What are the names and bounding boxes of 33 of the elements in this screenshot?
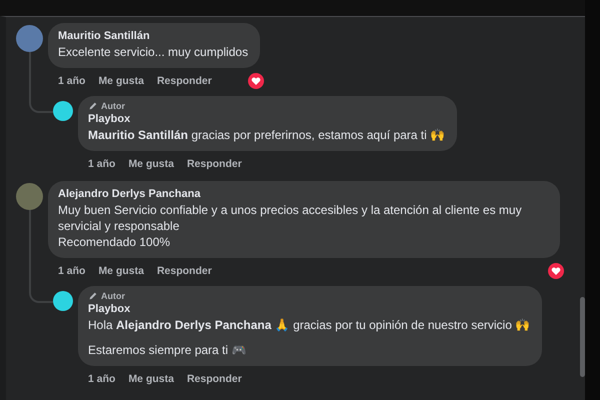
reply-author[interactable]: Playbox xyxy=(88,303,530,315)
comment-text: Recomendado 100% xyxy=(58,234,172,250)
reply-author[interactable]: Playbox xyxy=(88,113,446,125)
author-label: Autor xyxy=(101,291,125,301)
author-label: Autor xyxy=(101,101,125,111)
comment-time[interactable]: 1 año xyxy=(58,75,86,87)
page-avatar[interactable] xyxy=(53,101,73,121)
user-avatar[interactable] xyxy=(16,25,43,52)
reply-text: Mauritio Santillán gracias por preferirnos, estamos aquí para ti 🙌 xyxy=(88,127,446,143)
reply-link[interactable]: Responder xyxy=(156,265,212,277)
reply-time[interactable]: 1 año xyxy=(88,158,116,170)
pencil-icon xyxy=(88,291,98,301)
like-link[interactable]: Me gusta xyxy=(128,373,174,385)
scrollbar-thumb[interactable] xyxy=(580,297,585,377)
reply-link[interactable]: Responder xyxy=(156,75,212,87)
comment-text: Excelente servicio... muy cumplidos xyxy=(58,44,248,60)
reply-link[interactable]: Responder xyxy=(186,158,242,170)
heart-reaction-icon[interactable] xyxy=(248,73,264,89)
pencil-icon xyxy=(88,101,98,111)
comment-author[interactable]: Alejandro Derlys Panchana xyxy=(58,188,548,200)
reply-text: Hola Alejandro Derlys Panchana 🙏 gracias por tu opinión de nuestro servicio 🙌 xyxy=(88,317,530,333)
reply-link[interactable]: Responder xyxy=(186,373,242,385)
like-link[interactable]: Me gusta xyxy=(128,158,174,170)
user-avatar[interactable] xyxy=(16,183,43,210)
comment-author[interactable]: Mauritio Santillán xyxy=(58,30,248,42)
reply-time[interactable]: 1 año xyxy=(88,373,116,385)
like-link[interactable]: Me gusta xyxy=(98,265,144,277)
comment-time[interactable]: 1 año xyxy=(58,265,86,277)
page-avatar[interactable] xyxy=(53,291,73,311)
reply-text: Estaremos siempre para ti 🎮 xyxy=(88,342,248,358)
like-link[interactable]: Me gusta xyxy=(98,75,144,87)
comment-text: Muy buen Servicio confiable y a unos precios accesibles y la atención al cliente es muy servicial y responsable xyxy=(58,202,523,234)
heart-reaction-icon[interactable] xyxy=(548,263,564,279)
